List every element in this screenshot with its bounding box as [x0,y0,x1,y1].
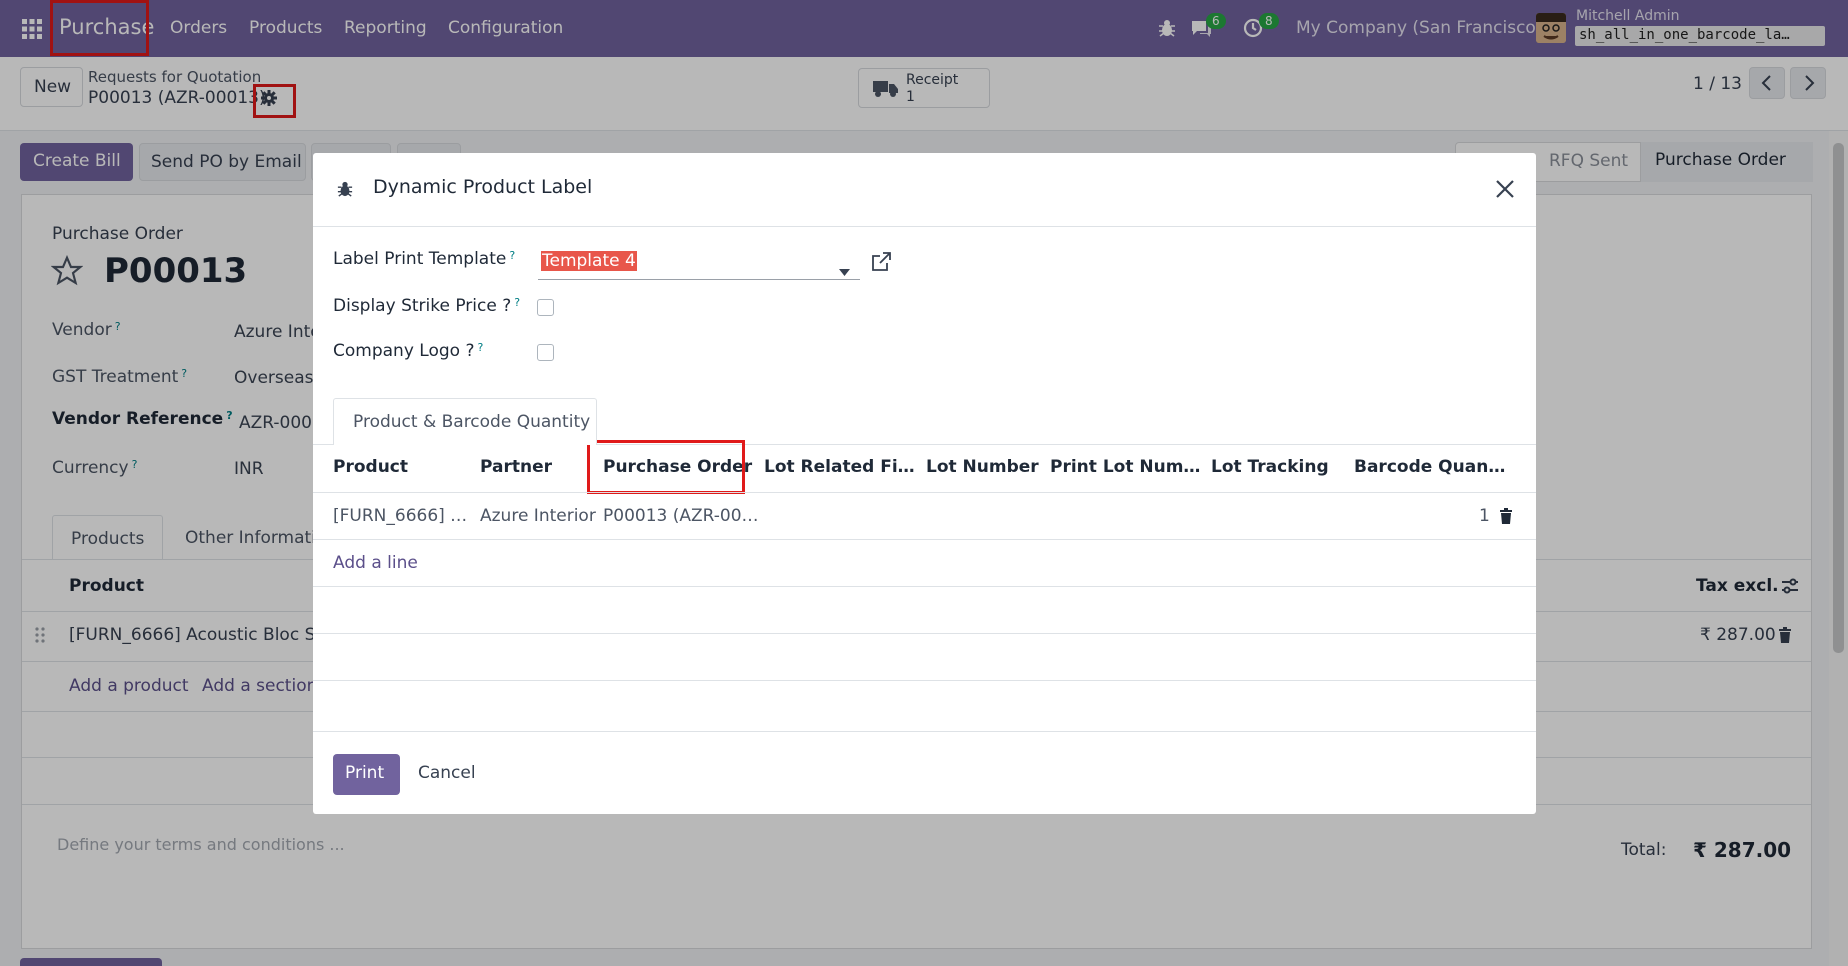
highlight-box-purchase-order [587,440,745,494]
template-select[interactable]: Template 4 [538,248,860,280]
row-divider-2 [313,586,1536,587]
company-logo-checkbox[interactable] [537,344,554,361]
col-barcode-qty[interactable]: Barcode Quan… [1354,457,1505,477]
add-line-link[interactable]: Add a line [333,553,418,573]
row-divider [313,539,1536,540]
col-lot-number[interactable]: Lot Number [926,457,1039,477]
company-logo-label: Company Logo ?? [333,341,484,361]
bug-icon [337,180,353,203]
row-purchase-order[interactable]: P00013 (AZR-00… [603,506,759,526]
external-link-icon[interactable] [871,251,892,277]
col-partner[interactable]: Partner [480,457,552,477]
print-button-label: Print [345,763,385,783]
col-product[interactable]: Product [333,457,408,477]
row-partner[interactable]: Azure Interior [480,506,596,526]
dialog-footer-divider [313,731,1536,732]
template-value: Template 4 [541,251,637,271]
row-divider-3 [313,633,1536,634]
dynamic-label-dialog: Dynamic Product Label Label Print Templa… [313,153,1536,814]
col-lot-related[interactable]: Lot Related Fi… [764,457,915,477]
template-label: Label Print Template? [333,249,516,269]
row-divider-4 [313,680,1536,681]
strike-price-label: Display Strike Price ?? [333,296,521,316]
cancel-button[interactable]: Cancel [418,763,476,783]
row-product[interactable]: [FURN_6666] … [333,506,467,526]
close-icon[interactable] [1495,179,1515,204]
dialog-title: Dynamic Product Label [373,176,593,198]
print-button[interactable]: Print [333,754,400,795]
trash-icon[interactable] [1499,508,1513,529]
strike-price-checkbox[interactable] [537,299,554,316]
col-print-lot-num[interactable]: Print Lot Num… [1050,457,1200,477]
tab-product-barcode-qty-label: Product & Barcode Quantity [353,412,591,432]
tab-product-barcode-qty[interactable]: Product & Barcode Quantity [333,398,597,445]
dialog-header-divider [313,226,1536,227]
table-row[interactable]: [FURN_6666] … Azure Interior P00013 (AZR… [313,493,1536,539]
col-lot-tracking[interactable]: Lot Tracking [1211,457,1329,477]
row-barcode-qty[interactable]: 1 [1479,506,1490,526]
caret-down-icon [839,261,850,281]
